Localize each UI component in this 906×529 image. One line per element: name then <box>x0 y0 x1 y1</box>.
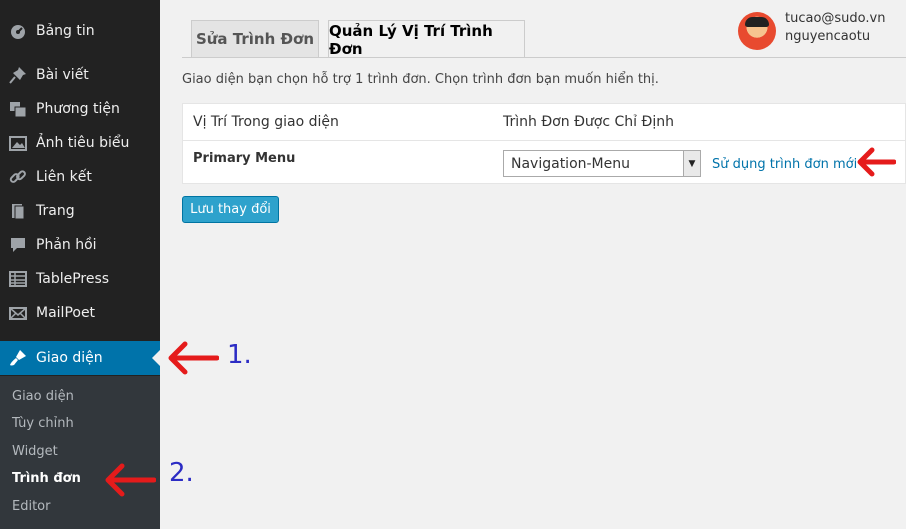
menu-select[interactable]: Navigation-Menu ▼ <box>503 150 701 177</box>
step-1-label: 1. <box>227 340 252 370</box>
sidebar-item-media[interactable]: Phương tiện <box>0 92 160 126</box>
sidebar-item-posts[interactable]: Bài viết <box>0 58 160 92</box>
step-2-label: 2. <box>169 458 194 488</box>
sidebar-item-label: Bảng tin <box>36 23 95 39</box>
media-icon <box>8 99 28 119</box>
table-icon <box>8 269 28 289</box>
sidebar-item-appearance[interactable]: Giao diện <box>0 341 160 375</box>
tab-edit-menus[interactable]: Sửa Trình Đơn <box>191 20 319 57</box>
comment-icon <box>8 235 28 255</box>
sidebar-item-pages[interactable]: Trang <box>0 194 160 228</box>
sidebar-item-comments[interactable]: Phản hồi <box>0 228 160 262</box>
arrow-left-icon <box>105 463 156 497</box>
sidebar-item-label: Phương tiện <box>36 101 120 117</box>
submenu-item-customize[interactable]: Tùy chỉnh <box>12 416 74 431</box>
tab-manage-locations[interactable]: Quản Lý Vị Trí Trình Đơn <box>328 20 525 58</box>
pin-icon <box>8 65 28 85</box>
sidebar-item-label: Ảnh tiêu biểu <box>36 135 130 151</box>
submenu-item-editor[interactable]: Editor <box>12 499 50 514</box>
row-divider <box>183 140 905 141</box>
sidebar-item-links[interactable]: Liên kết <box>0 160 160 194</box>
select-value: Navigation-Menu <box>511 156 630 172</box>
submenu-item-themes[interactable]: Giao diện <box>12 389 74 404</box>
user-email: tucao@sudo.vn <box>785 11 886 26</box>
active-menu-pointer <box>152 350 160 366</box>
submenu-item-widgets[interactable]: Widget <box>12 444 58 459</box>
sidebar-item-label: Liên kết <box>36 169 92 185</box>
sidebar-item-featured-images[interactable]: Ảnh tiêu biểu <box>0 126 160 160</box>
column-header-location: Vị Trí Trong giao diện <box>193 114 339 130</box>
sidebar-item-label: Trang <box>36 203 75 219</box>
help-text: Giao diện bạn chọn hỗ trợ 1 trình đơn. C… <box>182 72 659 87</box>
user-name: nguyencaotu <box>785 29 871 44</box>
appearance-submenu: Giao diện Tùy chỉnh Widget Trình đơn Edi… <box>0 376 160 529</box>
column-header-assigned-menu: Trình Đơn Được Chỉ Định <box>503 114 674 130</box>
page-icon <box>8 201 28 221</box>
sidebar-item-label: Bài viết <box>36 67 89 83</box>
sidebar-item-dashboard[interactable]: Bảng tin <box>0 14 160 48</box>
arrow-left-icon <box>857 147 896 177</box>
tab-divider <box>182 57 906 58</box>
sidebar-item-label: MailPoet <box>36 305 96 321</box>
images-icon <box>8 133 28 153</box>
chevron-down-icon[interactable]: ▼ <box>683 151 700 176</box>
dashboard-icon <box>8 21 28 41</box>
sidebar-item-tablepress[interactable]: TablePress <box>0 262 160 296</box>
sidebar-item-label: TablePress <box>36 271 110 287</box>
mail-icon <box>8 303 28 323</box>
sidebar-item-label: Giao diện <box>36 350 103 366</box>
sidebar-item-label: Phản hồi <box>36 237 97 253</box>
sidebar-item-mailpoet[interactable]: MailPoet <box>0 296 160 330</box>
admin-sidebar: Bảng tin Bài viết Phương tiện Ảnh tiêu b… <box>0 0 160 529</box>
use-new-menu-link[interactable]: Sử dụng trình đơn mới <box>712 157 857 172</box>
arrow-left-icon <box>168 341 219 375</box>
save-button[interactable]: Lưu thay đổi <box>182 196 279 223</box>
brush-icon <box>8 348 28 368</box>
location-label: Primary Menu <box>193 151 296 166</box>
link-icon <box>8 167 28 187</box>
menu-locations-table: Vị Trí Trong giao diện Trình Đơn Được Ch… <box>182 103 906 184</box>
avatar[interactable] <box>738 12 776 50</box>
submenu-item-menus[interactable]: Trình đơn <box>12 471 81 486</box>
